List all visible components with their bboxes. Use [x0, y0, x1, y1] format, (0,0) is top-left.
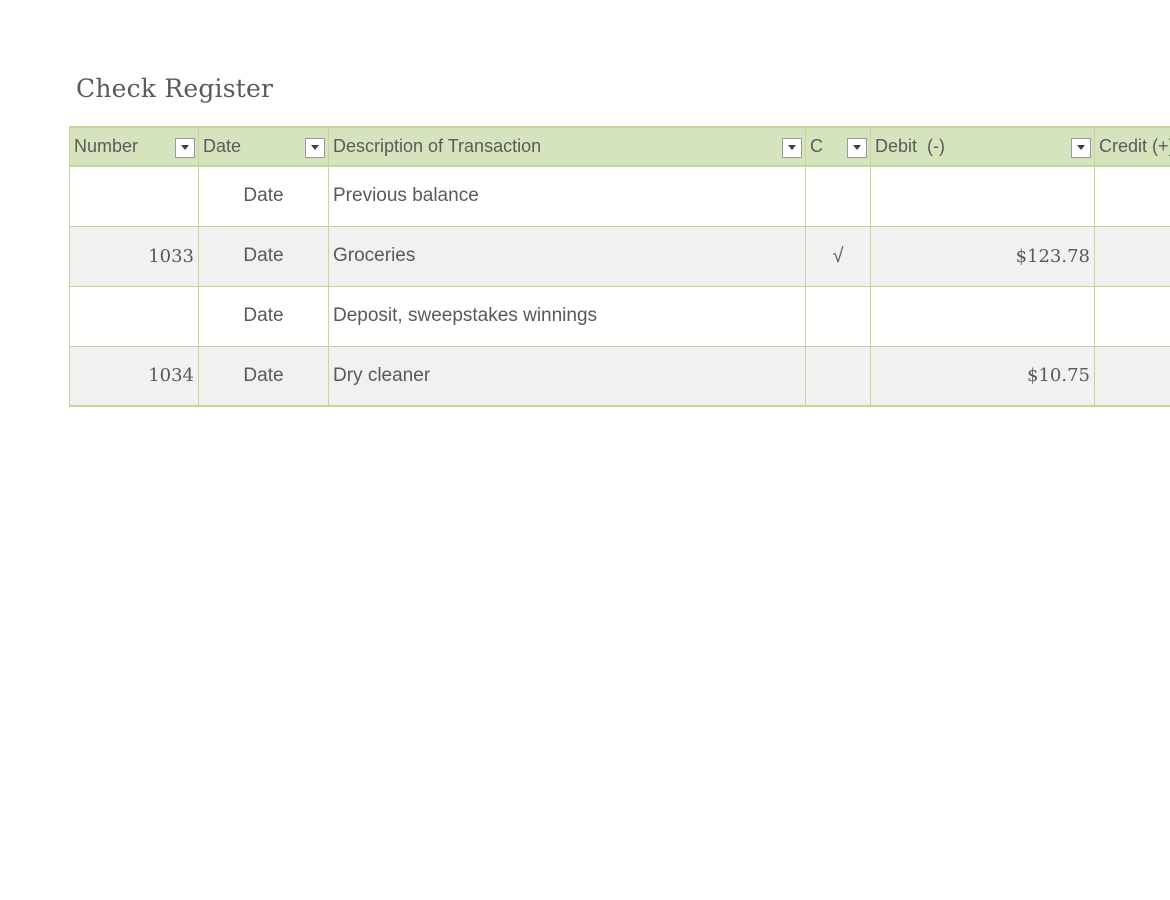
dropdown-arrow-icon: [853, 145, 861, 150]
cell-description[interactable]: Dry cleaner: [328, 346, 806, 407]
dropdown-arrow-icon: [311, 145, 319, 150]
cell-debit[interactable]: $123.78: [870, 226, 1095, 287]
cell-date[interactable]: Date: [198, 286, 329, 347]
filter-dropdown-date[interactable]: [305, 138, 325, 158]
cell-date[interactable]: Date: [198, 226, 329, 287]
cell-cleared[interactable]: [805, 346, 871, 407]
table-row: 1034 Date Dry cleaner $10.75: [69, 346, 1170, 407]
column-header-date[interactable]: Date: [198, 126, 329, 167]
cell-debit[interactable]: [870, 166, 1095, 227]
column-header-debit[interactable]: Debit (-): [870, 126, 1095, 167]
column-header-credit[interactable]: Credit (+): [1094, 126, 1170, 167]
cell-credit[interactable]: [1094, 346, 1170, 407]
cell-credit[interactable]: [1094, 166, 1170, 227]
cell-cleared[interactable]: [805, 166, 871, 227]
cell-number[interactable]: 1033: [69, 226, 199, 287]
dropdown-arrow-icon: [1077, 145, 1085, 150]
column-header-description[interactable]: Description of Transaction: [328, 126, 806, 167]
column-header-label: Date: [203, 136, 242, 156]
cell-number[interactable]: [69, 166, 199, 227]
cell-credit[interactable]: [1094, 286, 1170, 347]
cell-date[interactable]: Date: [198, 166, 329, 227]
table-row: Date Deposit, sweepstakes winnings: [69, 286, 1170, 347]
cell-cleared[interactable]: [805, 286, 871, 347]
cell-debit[interactable]: [870, 286, 1095, 347]
column-header-number[interactable]: Number: [69, 126, 199, 167]
register-title: Check Register: [76, 74, 274, 103]
cell-description[interactable]: Deposit, sweepstakes winnings: [328, 286, 806, 347]
filter-dropdown-number[interactable]: [175, 138, 195, 158]
filter-dropdown-description[interactable]: [782, 138, 802, 158]
filter-dropdown-debit[interactable]: [1071, 138, 1091, 158]
cell-number[interactable]: [69, 286, 199, 347]
cell-date[interactable]: Date: [198, 346, 329, 407]
table-row: Date Previous balance: [69, 166, 1170, 227]
cell-number[interactable]: 1034: [69, 346, 199, 407]
column-header-label: Credit (+): [1099, 136, 1170, 156]
column-header-label: Number: [74, 136, 139, 156]
dropdown-arrow-icon: [181, 145, 189, 150]
column-header-label: Description of Transaction: [333, 136, 542, 156]
column-header-cleared[interactable]: C: [805, 126, 871, 167]
cell-description[interactable]: Previous balance: [328, 166, 806, 227]
dropdown-arrow-icon: [788, 145, 796, 150]
filter-dropdown-cleared[interactable]: [847, 138, 867, 158]
check-register-table: Number Date Description of Transaction C…: [69, 126, 1170, 407]
cell-credit[interactable]: [1094, 226, 1170, 287]
cell-cleared[interactable]: √: [805, 226, 871, 287]
cell-debit[interactable]: $10.75: [870, 346, 1095, 407]
column-header-label: Debit (-): [875, 136, 946, 156]
column-header-label: C: [810, 136, 823, 156]
header-row: Number Date Description of Transaction C…: [69, 126, 1170, 167]
cell-description[interactable]: Groceries: [328, 226, 806, 287]
table-row: 1033 Date Groceries √ $123.78: [69, 226, 1170, 287]
worksheet: Check Register Number Date Description o…: [0, 0, 1170, 900]
